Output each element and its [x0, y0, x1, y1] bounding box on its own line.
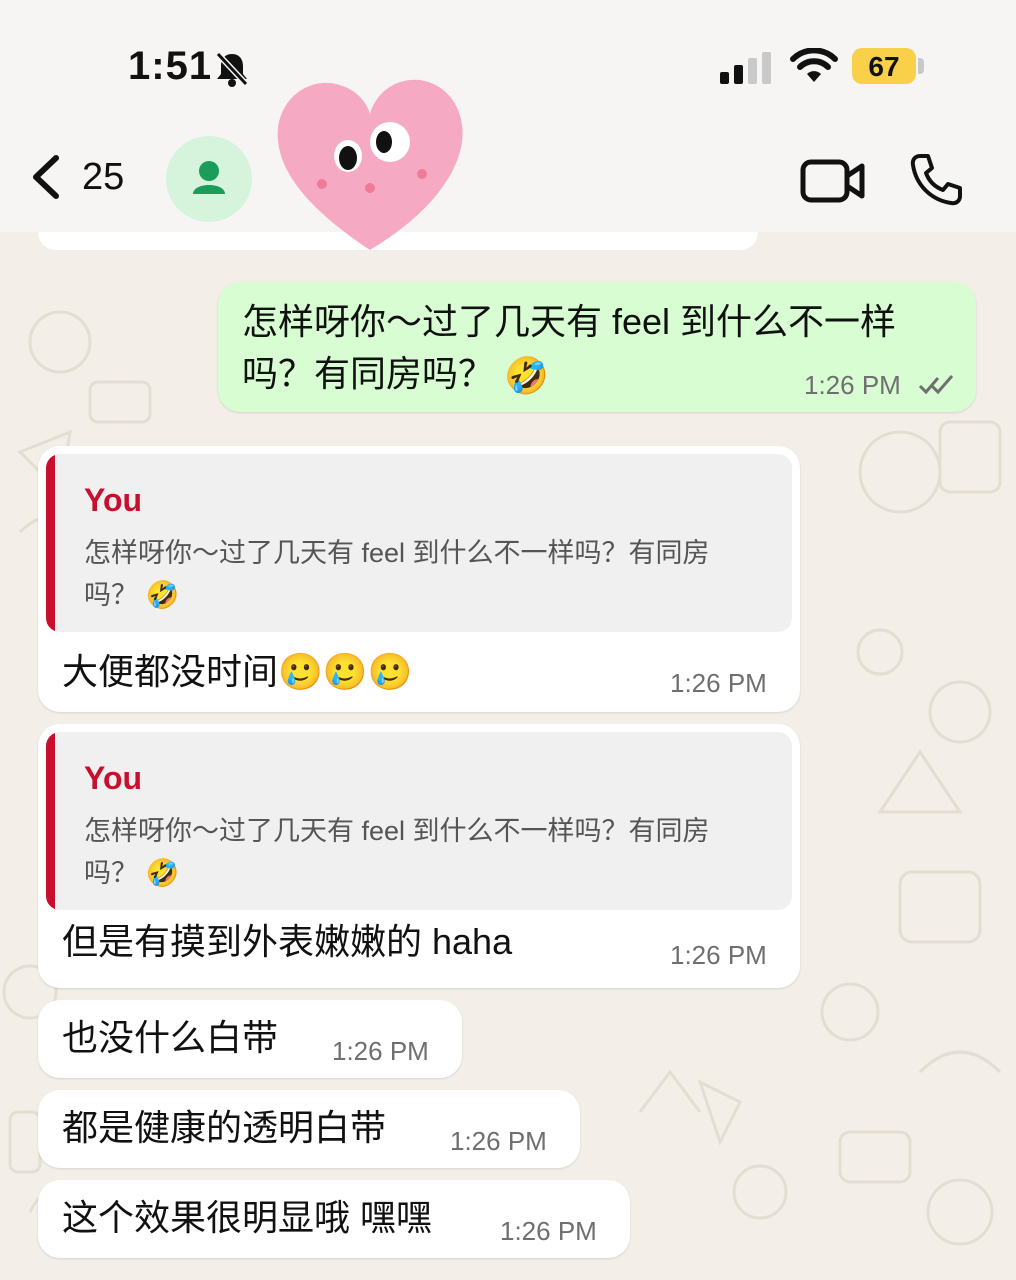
incoming-message[interactable]: 都是健康的透明白带 1:26 PM: [38, 1090, 580, 1168]
quote-accent-bar: [46, 454, 55, 632]
person-icon: [193, 161, 225, 194]
message-time: 1:26 PM: [804, 370, 901, 400]
incoming-message[interactable]: 也没什么白带 1:26 PM: [38, 1000, 462, 1078]
wifi-icon: [790, 48, 838, 82]
battery-tip: [918, 58, 924, 74]
quote-accent-bar: [46, 732, 55, 910]
battery-level: 67: [868, 51, 900, 82]
outgoing-message[interactable]: 怎样呀你～过了几天有 feel 到什么不一样 吗？有同房吗？ 🤣 1:26 PM: [218, 282, 976, 412]
cellular-signal-icon: [720, 52, 771, 84]
quoted-message[interactable]: You 怎样呀你～过了几天有 feel 到什么不一样吗？有同房 吗？ 🤣: [46, 454, 792, 632]
contact-avatar[interactable]: [166, 136, 252, 222]
pink-heart-sticker: [277, 79, 463, 250]
message-time: 1:26 PM: [500, 1216, 597, 1246]
quoted-message[interactable]: You 怎样呀你～过了几天有 feel 到什么不一样吗？有同房 吗？ 🤣: [46, 732, 792, 910]
message-text: 这个效果很明显哦 嘿嘿: [62, 1197, 433, 1238]
incoming-message[interactable]: 这个效果很明显哦 嘿嘿 1:26 PM: [38, 1180, 630, 1258]
rofl-emoji: 🤣: [145, 580, 180, 610]
unread-count[interactable]: 25: [82, 156, 124, 199]
incoming-reply-message[interactable]: You 怎样呀你～过了几天有 feel 到什么不一样吗？有同房 吗？ 🤣 大便都…: [38, 446, 800, 712]
quote-line-2-text: 吗？: [84, 580, 138, 610]
status-time: 1:51: [128, 44, 213, 88]
bell-slash-icon: [215, 51, 249, 87]
quote-line-2: 吗？ 🤣: [84, 852, 792, 894]
message-time: 1:26 PM: [450, 1126, 547, 1156]
quote-text: 怎样呀你～过了几天有 feel 到什么不一样吗？有同房 吗？ 🤣: [84, 532, 792, 616]
chat-area: 怎样呀你～过了几天有 feel 到什么不一样 吗？有同房吗？ 🤣 1:26 PM…: [0, 232, 1016, 1280]
message-line-2-text: 吗？有同房吗？: [242, 353, 495, 394]
video-camera-icon[interactable]: [800, 158, 866, 204]
quote-text: 怎样呀你～过了几天有 feel 到什么不一样吗？有同房 吗？ 🤣: [84, 810, 792, 894]
quote-line-1: 怎样呀你～过了几天有 feel 到什么不一样吗？有同房: [84, 816, 710, 846]
message-time: 1:26 PM: [670, 668, 767, 698]
message-time: 1:26 PM: [332, 1036, 429, 1066]
quote-line-1: 怎样呀你～过了几天有 feel 到什么不一样吗？有同房: [84, 538, 710, 568]
rofl-emoji: 🤣: [145, 858, 180, 888]
double-check-icon: [918, 375, 954, 395]
tear-smile-emojis: 🥲🥲🥲: [278, 651, 413, 692]
quote-line-2: 吗？ 🤣: [84, 574, 792, 616]
message-text-body: 大便都没时间: [62, 651, 279, 692]
message-text: 但是有摸到外表嫩嫩的 haha: [62, 921, 513, 962]
rofl-emoji: 🤣: [504, 355, 549, 397]
quote-line-2-text: 吗？: [84, 858, 138, 888]
message-text: 大便都没时间🥲🥲🥲: [62, 646, 413, 698]
chat-header: 25: [0, 120, 1016, 232]
message-text: 都是健康的透明白带: [62, 1107, 387, 1148]
incoming-reply-message[interactable]: You 怎样呀你～过了几天有 feel 到什么不一样吗？有同房 吗？ 🤣 但是有…: [38, 724, 800, 988]
status-bar: 1:51 67: [0, 0, 1016, 120]
message-text: 也没什么白带: [62, 1017, 279, 1058]
quote-author: You: [84, 482, 143, 518]
chevron-left-icon[interactable]: [26, 152, 66, 202]
message-line-2: 吗？有同房吗？ 🤣: [242, 348, 549, 402]
message-time: 1:26 PM: [670, 940, 767, 970]
phone-icon[interactable]: [908, 152, 964, 208]
quote-author: You: [84, 760, 143, 796]
battery-indicator: 67: [852, 48, 916, 84]
message-line-1: 怎样呀你～过了几天有 feel 到什么不一样: [242, 301, 897, 342]
